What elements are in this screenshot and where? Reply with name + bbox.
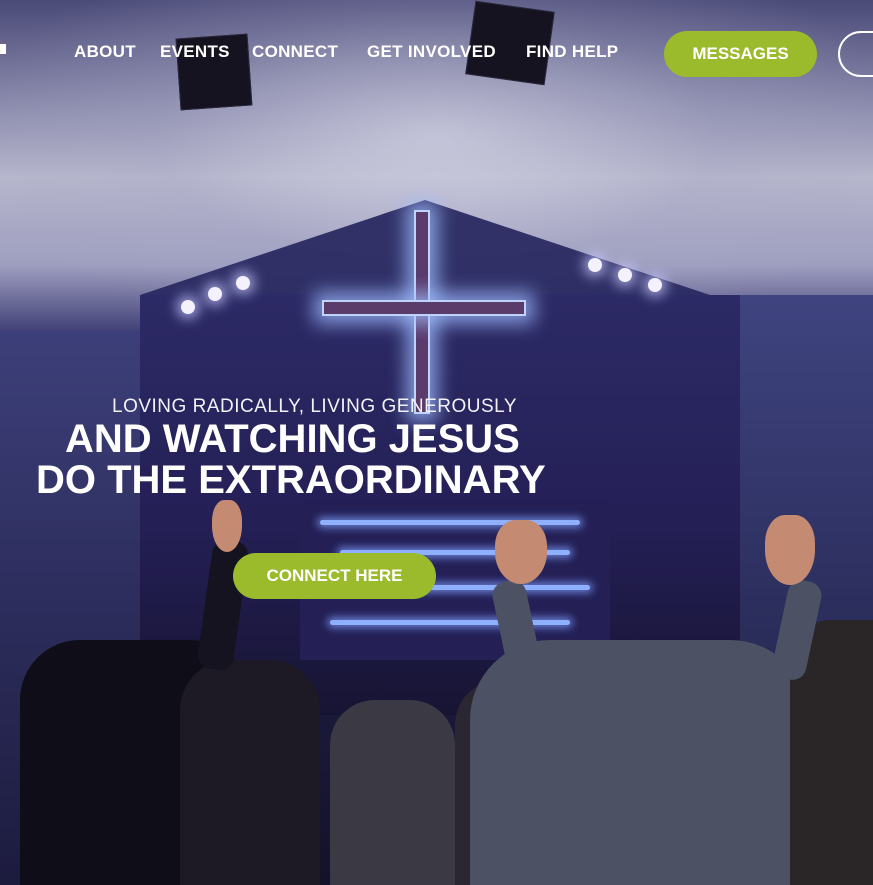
- nav-item-get-involved[interactable]: GET INVOLVED: [367, 42, 496, 62]
- stage-light: [588, 258, 602, 272]
- screen-light-line: [330, 620, 570, 625]
- crowd-silhouette: [330, 700, 455, 885]
- messages-button[interactable]: MESSAGES: [664, 31, 817, 77]
- nav-item-find-help[interactable]: FIND HELP: [526, 42, 618, 62]
- raised-hand: [212, 500, 242, 552]
- hero-headline-line1: AND WATCHING JESUS: [65, 417, 520, 461]
- stage-light: [208, 287, 222, 301]
- nav-item-connect[interactable]: CONNECT: [252, 42, 338, 62]
- stage-light: [181, 300, 195, 314]
- stage-light: [236, 276, 250, 290]
- connect-here-button[interactable]: CONNECT HERE: [233, 553, 436, 599]
- cross-horizontal: [322, 300, 526, 316]
- raised-hand: [765, 515, 815, 585]
- hero-headline-line2: DO THE EXTRAORDINARY: [36, 458, 546, 502]
- menu-icon[interactable]: [0, 44, 6, 54]
- crowd-silhouette: [180, 660, 320, 885]
- stage-light: [648, 278, 662, 292]
- screen-light-line: [320, 520, 580, 525]
- hero-section: ABOUT EVENTS CONNECT GET INVOLVED FIND H…: [0, 0, 873, 885]
- nav-item-events[interactable]: EVENTS: [160, 42, 230, 62]
- stage-light: [618, 268, 632, 282]
- raised-hand: [495, 520, 547, 584]
- nav-item-about[interactable]: ABOUT: [74, 42, 136, 62]
- hero-subtitle: LOVING RADICALLY, LIVING GENEROUSLY: [112, 396, 518, 417]
- outline-button[interactable]: [838, 31, 873, 77]
- top-navigation: ABOUT EVENTS CONNECT GET INVOLVED FIND H…: [0, 0, 873, 108]
